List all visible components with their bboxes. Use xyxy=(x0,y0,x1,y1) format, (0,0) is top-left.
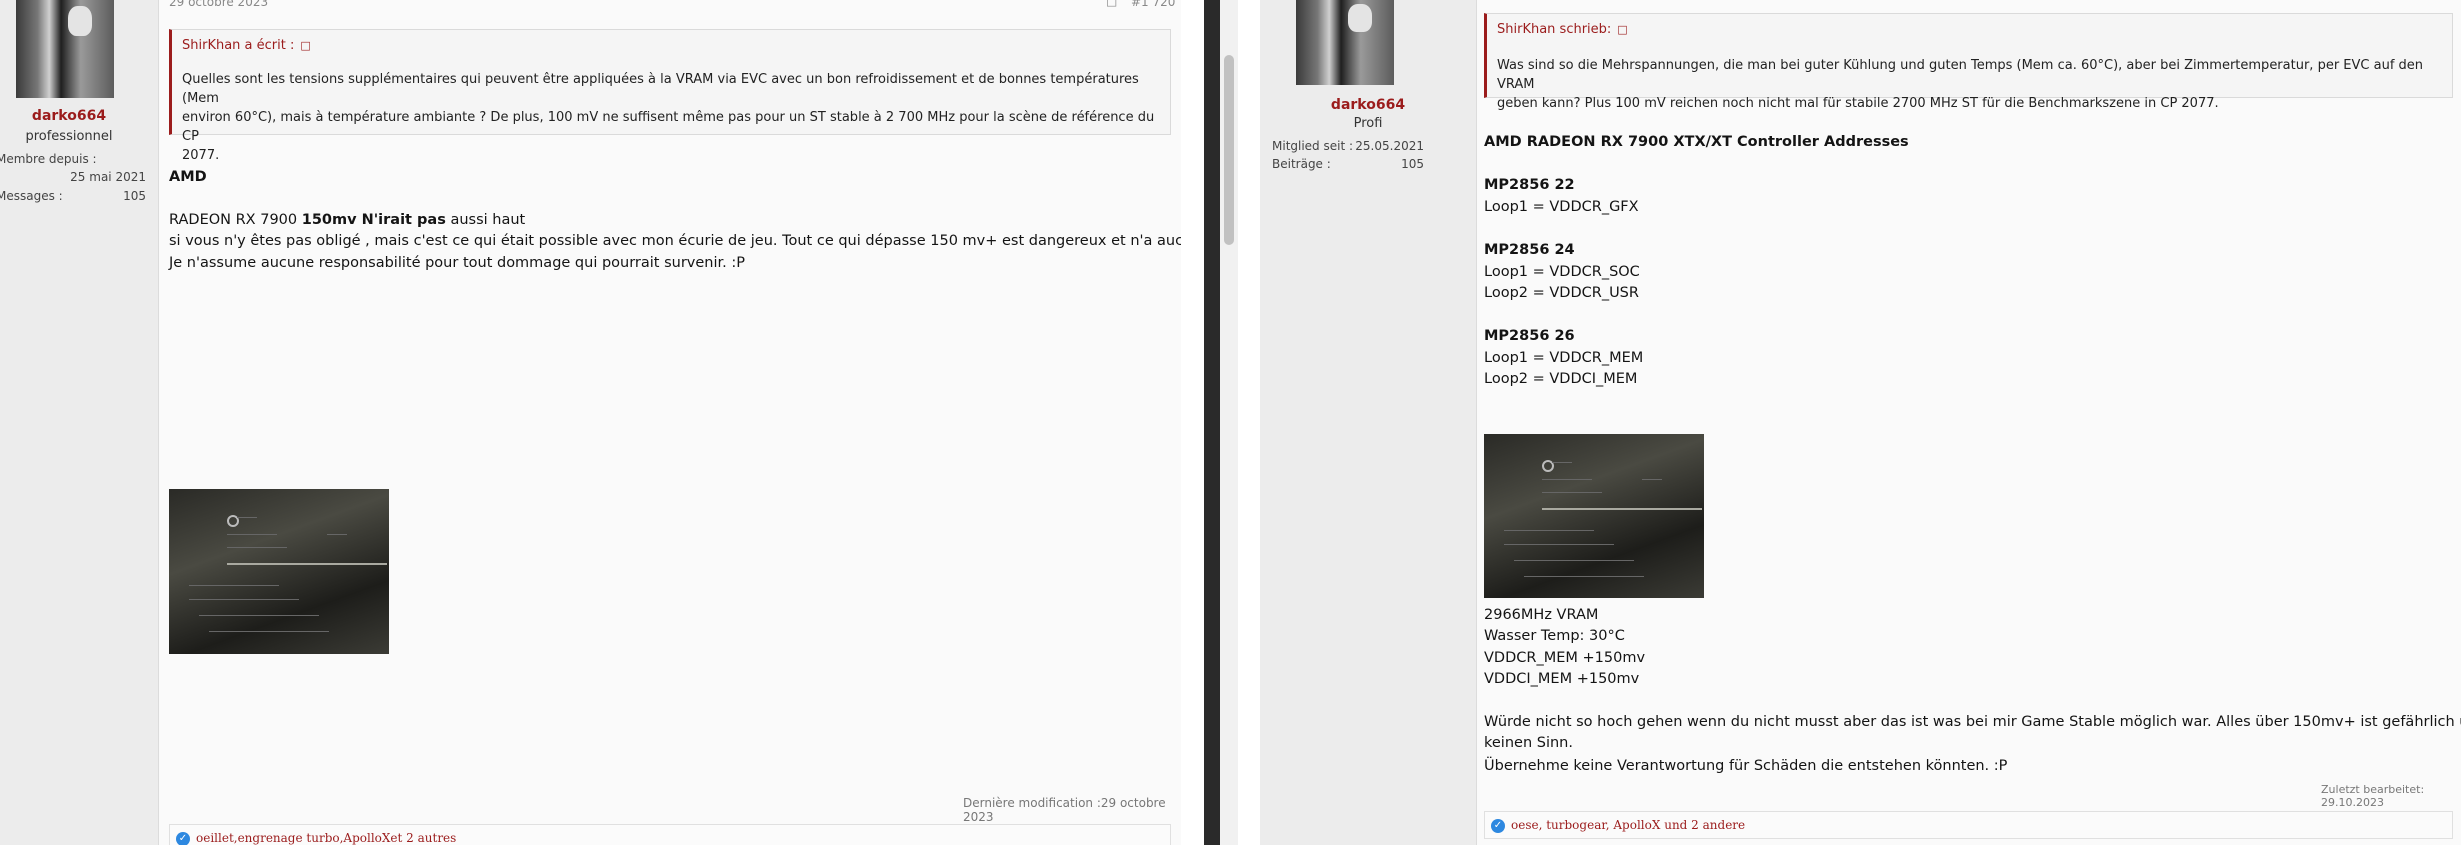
post-text-line: RADEON RX 7900 150mv N'irait pas aussi h… xyxy=(169,210,525,231)
user-stat-messages: Messages : 105 xyxy=(0,189,146,205)
stat-label: Membre depuis : xyxy=(0,152,97,166)
post-text-line: Übernehme keine Verantwortung für Schäde… xyxy=(1484,758,2008,774)
quote-author-label: ShirKhan a écrit : xyxy=(182,38,295,53)
user-stat-joined-value: 25 mai 2021 xyxy=(0,170,146,186)
stat-label: Beiträge : xyxy=(1272,157,1331,171)
loop-line: Loop1 = VDDCR_MEM xyxy=(1484,350,1644,366)
scrollbar[interactable] xyxy=(1220,0,1238,845)
quote-line: environ 60°C), mais à température ambian… xyxy=(182,110,1155,144)
user-stat-joined: Mitglied seit : 25.05.2021 xyxy=(1272,139,1424,155)
attachment-thumbnail[interactable] xyxy=(1484,434,1704,598)
spec-line: VDDCI_MEM +150mv xyxy=(1484,671,1640,687)
reactions-bar[interactable]: ✓ oese, turbogear, ApolloX und 2 andere xyxy=(1484,811,2453,839)
stat-value: 105 xyxy=(123,189,146,203)
window-divider[interactable] xyxy=(1204,0,1220,845)
loop-line: Loop2 = VDDCI_MEM xyxy=(1484,371,1638,387)
avatar[interactable] xyxy=(1296,0,1394,85)
like-icon: ✓ xyxy=(176,832,190,845)
like-icon: ✓ xyxy=(1491,819,1505,833)
spec-line: VDDCR_MEM +150mv xyxy=(1484,650,1646,666)
controller-address: MP2856 26 xyxy=(1484,328,1575,344)
user-info-column: darko664 Profi Mitglied seit : 25.05.202… xyxy=(1260,0,1477,845)
loop-line: Loop1 = VDDCR_GFX xyxy=(1484,199,1639,215)
user-title: Profi xyxy=(1353,116,1383,131)
post-text-line: si vous n'y êtes pas obligé , mais c'est… xyxy=(169,233,1181,249)
left-browser-pane: darko664 professionnel Membre depuis : 2… xyxy=(0,0,1181,845)
right-browser-pane: darko664 Profi Mitglied seit : 25.05.202… xyxy=(1220,0,2461,845)
stat-value: 105 xyxy=(1401,157,1424,171)
loop-line: Loop1 = VDDCR_SOC xyxy=(1484,264,1640,280)
quote-jump-icon[interactable]: □ xyxy=(300,39,310,52)
text-bold: 150mv N'irait pas xyxy=(301,212,446,228)
quote-line: 2077. xyxy=(182,148,220,163)
quote-line: geben kann? Plus 100 mV reichen noch nic… xyxy=(1497,96,2219,111)
post-body: ShirKhan schrieb: □ Was sind so die Mehrs… xyxy=(1477,0,2461,845)
avatar[interactable] xyxy=(16,0,114,98)
share-icon[interactable]: □ xyxy=(1106,0,1117,8)
user-stat-joined: Membre depuis : xyxy=(0,152,146,166)
attachment-thumbnail[interactable] xyxy=(169,489,389,654)
quote-author[interactable]: ShirKhan a écrit : □ xyxy=(182,38,311,53)
stat-label: Mitglied seit : xyxy=(1272,139,1354,153)
quote-text: Was sind so die Mehrspannungen, die man … xyxy=(1497,56,2442,113)
user-stat-posts: Beiträge : 105 xyxy=(1272,157,1424,173)
quote-block: ShirKhan a écrit : □ Quelles sont les ten… xyxy=(169,29,1171,163)
user-title: professionnel xyxy=(25,129,113,144)
spec-line: Wasser Temp: 30°C xyxy=(1484,628,1625,644)
post-text-line: Würde nicht so hoch gehen wenn du nicht … xyxy=(1484,714,2461,730)
last-modified: Dernière modification :29 octobre 2023 xyxy=(963,796,1166,824)
quote-author-label: ShirKhan schrieb: xyxy=(1497,22,1612,37)
quote-line: Was sind so die Mehrspannungen, die man … xyxy=(1497,58,2424,92)
reaction-users[interactable]: oese, turbogear, ApolloX und 2 andere xyxy=(1511,818,1745,832)
scrollbar-thumb[interactable] xyxy=(1224,55,1234,245)
post-date[interactable]: 29 octobre 2023 xyxy=(169,0,268,9)
user-info-column: darko664 professionnel Membre depuis : 2… xyxy=(0,0,159,845)
post-body: 29 octobre 2023 □ #1 720 ShirKhan a écri… xyxy=(159,0,1181,845)
last-modified: Zuletzt bearbeitet: 29.10.2023 xyxy=(2321,783,2425,809)
quote-text: Quelles sont les tensions supplémentaire… xyxy=(182,70,1160,165)
pane-gap xyxy=(1181,0,1204,845)
post-heading: AMD RADEON RX 7900 XTX/XT Controller Add… xyxy=(1484,134,1909,150)
post-text-line: keinen Sinn. xyxy=(1484,735,1573,751)
quote-author[interactable]: ShirKhan schrieb: □ xyxy=(1497,22,1628,37)
text-run: aussi haut xyxy=(445,212,526,228)
username-link[interactable]: darko664 xyxy=(1260,97,1476,113)
quote-block: ShirKhan schrieb: □ Was sind so die Mehrs… xyxy=(1484,13,2453,111)
reactions-bar[interactable]: ✓ oeillet,engrenage turbo,ApolloXet 2 au… xyxy=(169,824,1171,845)
stat-value: 25 mai 2021 xyxy=(70,170,146,184)
reaction-users[interactable]: oeillet,engrenage turbo,ApolloXet 2 autr… xyxy=(196,831,456,845)
stat-value: 25.05.2021 xyxy=(1355,139,1424,153)
post-number[interactable]: #1 720 xyxy=(1131,0,1175,9)
quote-jump-icon[interactable]: □ xyxy=(1617,23,1627,36)
username-link[interactable]: darko664 xyxy=(0,108,138,124)
stat-label: Messages : xyxy=(0,189,63,203)
post-heading: AMD xyxy=(169,169,207,185)
quote-line: Quelles sont les tensions supplémentaire… xyxy=(182,72,1139,106)
controller-address: MP2856 24 xyxy=(1484,242,1575,258)
spec-line: 2966MHz VRAM xyxy=(1484,607,1599,623)
loop-line: Loop2 = VDDCR_USR xyxy=(1484,285,1639,301)
post-text-line: Je n'assume aucune responsabilité pour t… xyxy=(169,255,746,271)
text-run: RADEON RX 7900 xyxy=(169,212,302,228)
controller-address: MP2856 22 xyxy=(1484,177,1575,193)
